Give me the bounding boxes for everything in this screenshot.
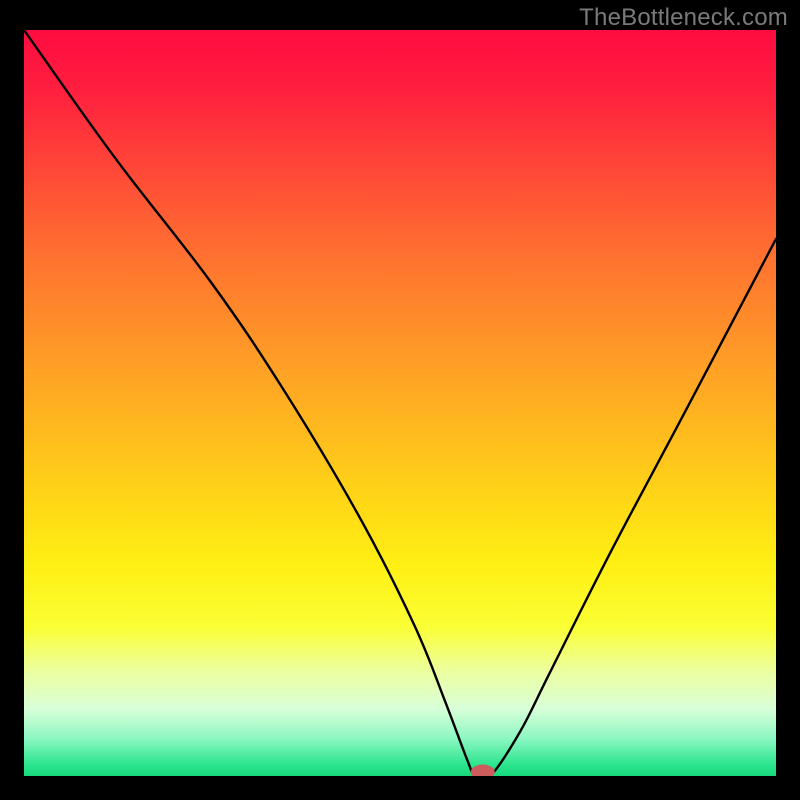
plot-area [24, 30, 776, 776]
chart-svg [24, 30, 776, 776]
gradient-background [24, 30, 776, 776]
watermark-text: TheBottleneck.com [579, 4, 788, 32]
chart-frame: TheBottleneck.com [0, 0, 800, 800]
